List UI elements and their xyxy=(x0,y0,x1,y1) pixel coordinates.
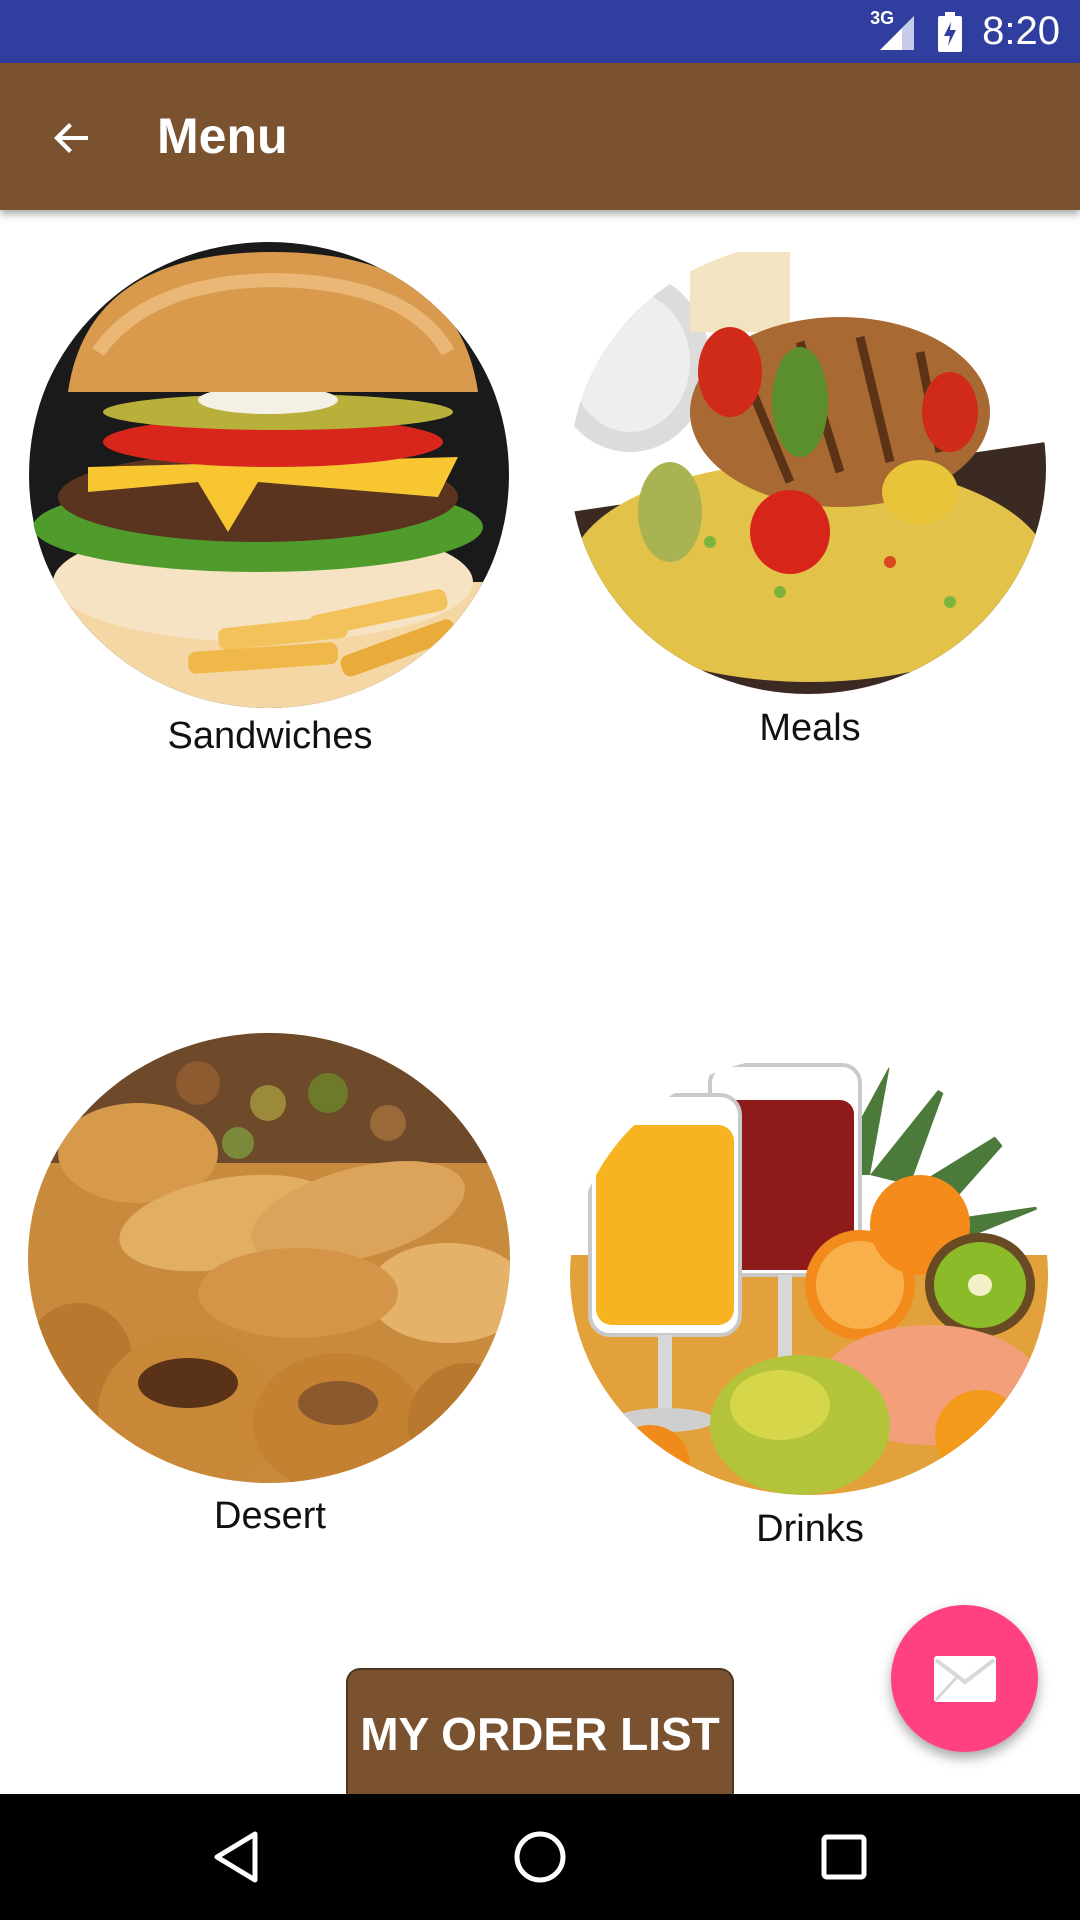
nav-home-icon xyxy=(514,1831,566,1883)
mail-icon xyxy=(933,1655,996,1702)
status-time: 8:20 xyxy=(982,9,1060,53)
category-meals[interactable]: Meals xyxy=(540,230,1080,770)
page-title: Menu xyxy=(157,108,288,164)
status-icons: 3G 8:20 xyxy=(870,0,1060,63)
arrow-back-icon xyxy=(54,123,88,153)
category-label: Sandwiches xyxy=(167,715,373,757)
category-sandwiches[interactable]: Sandwiches xyxy=(0,230,540,770)
baklava-photo[interactable] xyxy=(28,1033,510,1483)
toolbar: Menu xyxy=(0,63,1080,210)
burger-photo[interactable] xyxy=(28,242,510,708)
signal-icon: 3G xyxy=(870,8,918,52)
nav-back-icon xyxy=(214,1831,258,1883)
nav-recents-icon xyxy=(821,1834,867,1880)
menu-screen: 3G 8:20 Menu Sandwiches Meals Desert Dri… xyxy=(0,0,1080,1920)
category-label: Meals xyxy=(759,707,861,749)
my-order-list-button[interactable]: MY ORDER LIST xyxy=(346,1668,734,1798)
nav-home-button[interactable] xyxy=(500,1817,580,1897)
network-type: 3G xyxy=(870,7,895,28)
category-desert[interactable]: Desert xyxy=(0,1025,540,1565)
category-drinks[interactable]: Drinks xyxy=(540,1025,1080,1565)
status-bar: 3G 8:20 xyxy=(0,0,1080,63)
navigation-bar xyxy=(0,1794,1080,1920)
nav-back-button[interactable] xyxy=(196,1817,276,1897)
juice-and-fruits-photo[interactable] xyxy=(570,1055,1048,1495)
category-label: Drinks xyxy=(756,1508,864,1550)
battery-icon xyxy=(936,11,964,52)
nav-recents-button[interactable] xyxy=(804,1817,884,1897)
grilled-chicken-rice-photo[interactable] xyxy=(570,242,1046,694)
category-label: Desert xyxy=(214,1495,326,1537)
back-button[interactable] xyxy=(40,106,104,170)
mail-fab[interactable] xyxy=(891,1605,1038,1752)
